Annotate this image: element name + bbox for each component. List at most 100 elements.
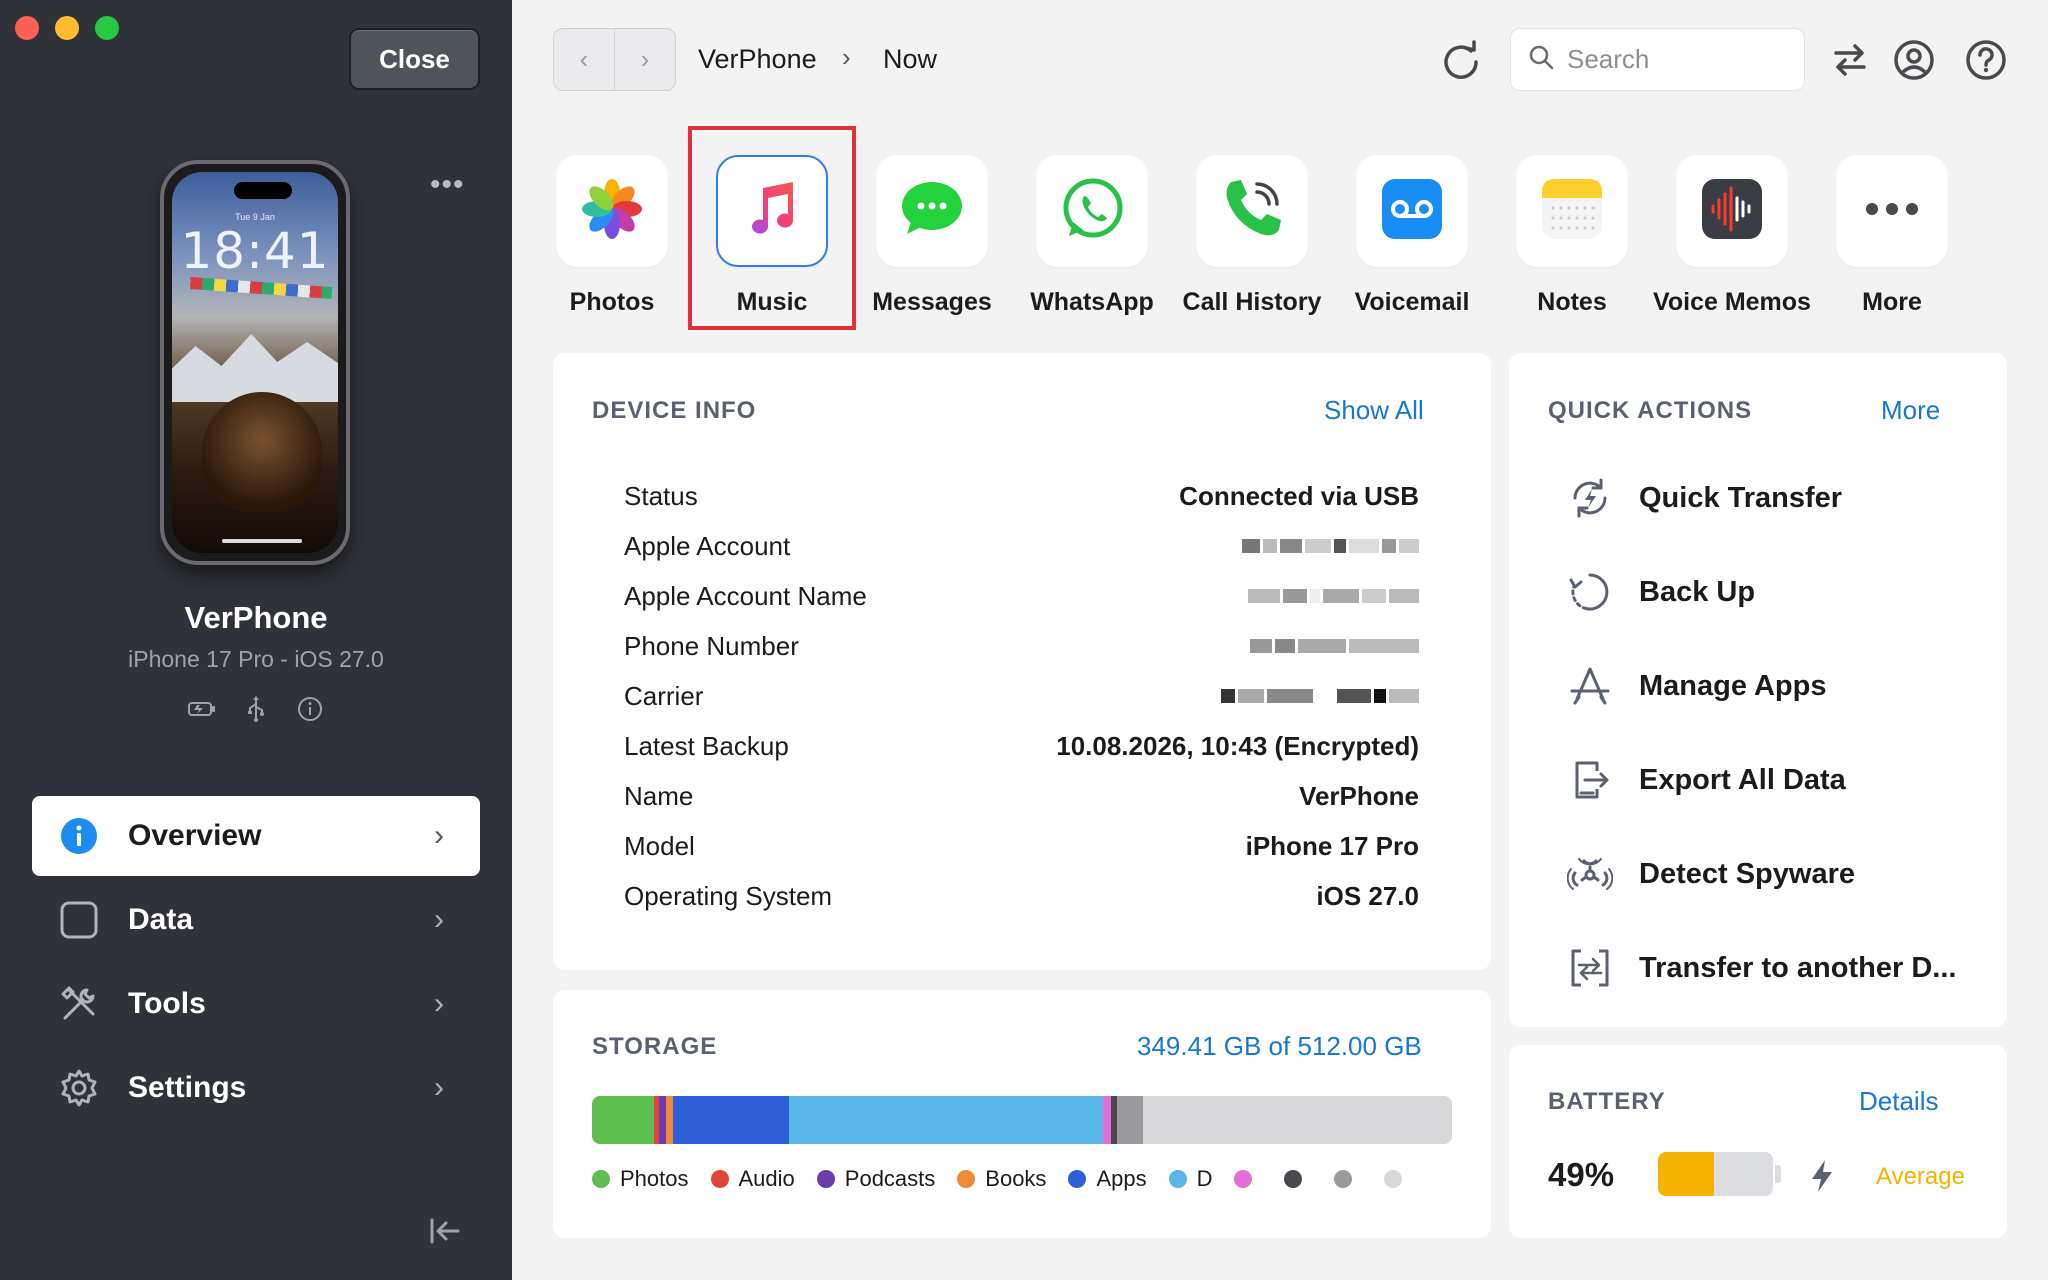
device-more-icon[interactable]: ••• xyxy=(430,170,465,200)
info-row-phone-number: Phone Number xyxy=(624,626,1419,666)
storage-usage-link[interactable]: 349.41 GB of 512.00 GB xyxy=(1137,1031,1422,1062)
app-tile-voice-memos[interactable] xyxy=(1676,155,1788,267)
battery-tip xyxy=(1775,1165,1781,1183)
quick-action-label: Back Up xyxy=(1639,575,1756,608)
storage-segment-apps xyxy=(672,1096,789,1144)
app-label-photos: Photos xyxy=(569,288,655,316)
legend-dot xyxy=(592,1170,610,1188)
account-icon[interactable] xyxy=(1892,38,1936,82)
info-row-status: Status Connected via USB xyxy=(624,476,1419,516)
legend-dot xyxy=(1334,1170,1353,1188)
battery-details-link[interactable]: Details xyxy=(1859,1086,1938,1117)
app-tile-voicemail[interactable] xyxy=(1356,155,1468,267)
show-all-link[interactable]: Show All xyxy=(1324,395,1424,426)
storage-segment-podcasts xyxy=(659,1096,666,1144)
voice-memos-icon xyxy=(1699,176,1765,247)
chevron-right-icon: › xyxy=(434,1071,444,1104)
wallpaper-yak xyxy=(202,392,322,512)
legend-label: D xyxy=(1196,1166,1213,1191)
window-minimize-dot[interactable] xyxy=(55,16,79,40)
quick-action-quick-transfer[interactable]: Quick Transfer xyxy=(1563,468,1963,528)
more-icon xyxy=(1862,199,1922,224)
device-model: iPhone 17 Pro - iOS 27.0 xyxy=(128,646,384,672)
battery-gauge xyxy=(1658,1152,1773,1196)
storage-segment-books xyxy=(665,1096,673,1144)
info-value: iPhone 17 Pro xyxy=(1245,830,1419,861)
legend-item: Apps xyxy=(1068,1166,1147,1192)
sidebar-item-label: Tools xyxy=(128,987,206,1020)
info-circle-icon[interactable] xyxy=(295,696,325,727)
battery-title: BATTERY xyxy=(1548,1088,1666,1115)
transfer-device-icon xyxy=(1563,941,1617,995)
dynamic-island xyxy=(234,182,292,199)
home-indicator xyxy=(222,539,302,543)
redacted-value xyxy=(1242,539,1419,553)
sidebar-item-tools[interactable]: Tools › xyxy=(32,964,480,1044)
collapse-sidebar-icon[interactable] xyxy=(428,1216,464,1251)
quick-action-back-up[interactable]: Back Up xyxy=(1563,562,1963,622)
window-zoom-dot[interactable] xyxy=(95,16,119,40)
search-field[interactable] xyxy=(1510,28,1805,91)
sidebar-item-data[interactable]: Data › xyxy=(32,880,480,960)
voicemail-icon xyxy=(1379,176,1445,247)
app-tile-photos[interactable] xyxy=(556,155,668,267)
quick-action-export-all-data[interactable]: Export All Data xyxy=(1563,750,1963,810)
chevron-right-icon: › xyxy=(434,903,444,936)
app-tile-more[interactable] xyxy=(1836,155,1948,267)
battery-charging-icon xyxy=(187,696,217,727)
sidebar-item-label: Settings xyxy=(128,1071,247,1104)
chevron-right-icon: › xyxy=(434,819,444,852)
quick-action-label: Quick Transfer xyxy=(1639,481,1843,514)
breadcrumb-device[interactable]: VerPhone xyxy=(698,44,817,75)
wallpaper-prayer-flags xyxy=(189,277,333,299)
info-value: VerPhone xyxy=(1299,780,1419,811)
legend-dot xyxy=(816,1170,835,1188)
legend-dot xyxy=(1234,1170,1253,1188)
legend-dot xyxy=(1168,1170,1187,1188)
window-close-dot[interactable] xyxy=(15,16,39,40)
export-icon xyxy=(1563,753,1617,807)
quick-action-manage-apps[interactable]: Manage Apps xyxy=(1563,656,1963,716)
quick-action-transfer-to-another-device[interactable]: Transfer to another D... xyxy=(1563,938,1963,998)
chevron-right-icon: › xyxy=(434,987,444,1020)
back-button[interactable]: ‹ xyxy=(554,29,615,90)
quick-actions-more-link[interactable]: More xyxy=(1881,395,1940,426)
legend-dot xyxy=(1384,1170,1403,1188)
device-name: VerPhone xyxy=(184,600,328,635)
redacted-value xyxy=(1221,689,1419,703)
sidebar: Close Tue 9 Jan 18:41 ••• VerPhone iPhon… xyxy=(0,0,512,1280)
transfer-arrows-icon[interactable] xyxy=(1828,38,1872,82)
quick-action-label: Transfer to another D... xyxy=(1639,951,1957,984)
legend-item: Audio xyxy=(710,1166,795,1192)
quick-actions-title: QUICK ACTIONS xyxy=(1548,397,1753,424)
app-tile-whatsapp[interactable] xyxy=(1036,155,1148,267)
lock-screen-wallpaper: Tue 9 Jan 18:41 xyxy=(172,172,338,553)
app-tile-notes[interactable] xyxy=(1516,155,1628,267)
music-icon xyxy=(737,174,807,249)
legend-item xyxy=(1234,1170,1262,1188)
help-icon[interactable] xyxy=(1964,38,2008,82)
info-icon xyxy=(58,815,100,857)
app-tile-messages[interactable] xyxy=(876,155,988,267)
storage-segment-8 xyxy=(1117,1096,1144,1144)
info-value: Connected via USB xyxy=(1179,480,1419,511)
legend-label: Apps xyxy=(1096,1166,1147,1191)
forward-button[interactable]: › xyxy=(615,29,675,90)
storage-legend: Photos Audio Podcasts Books Apps D xyxy=(592,1166,1434,1192)
refresh-icon[interactable] xyxy=(1438,38,1482,82)
quick-action-detect-spyware[interactable]: Detect Spyware xyxy=(1563,844,1963,904)
backup-icon xyxy=(1563,565,1617,619)
photos-icon xyxy=(577,174,647,249)
sidebar-item-settings[interactable]: Settings › xyxy=(32,1048,480,1128)
app-tile-call-history[interactable] xyxy=(1196,155,1308,267)
quick-transfer-icon xyxy=(1563,471,1617,525)
sidebar-item-overview[interactable]: Overview › xyxy=(32,796,480,876)
info-label: Apple Account Name xyxy=(624,580,867,611)
device-image: Tue 9 Jan 18:41 xyxy=(160,160,350,565)
wallpaper-mountain xyxy=(172,334,338,402)
search-input[interactable] xyxy=(1567,44,1787,75)
usb-icon xyxy=(241,696,271,727)
app-tile-music[interactable] xyxy=(716,155,828,267)
close-button[interactable]: Close xyxy=(349,28,480,90)
legend-label: Podcasts xyxy=(844,1166,936,1191)
